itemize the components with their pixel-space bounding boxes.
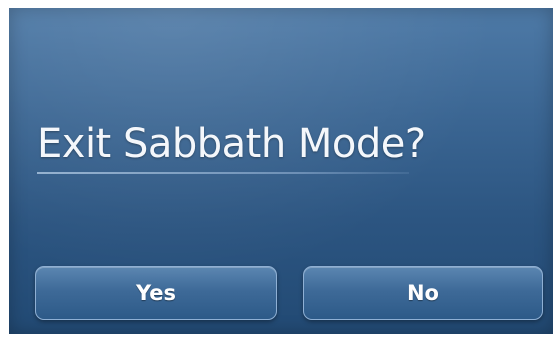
display-frame: Exit Sabbath Mode? Yes No: [0, 0, 553, 342]
dialog-title: Exit Sabbath Mode?: [37, 121, 426, 167]
no-button-label: No: [406, 281, 439, 305]
yes-button[interactable]: Yes: [35, 266, 277, 320]
confirmation-screen: Exit Sabbath Mode? Yes No: [9, 8, 553, 334]
yes-button-label: Yes: [135, 281, 177, 305]
no-button[interactable]: No: [303, 266, 543, 320]
title-underline: [37, 172, 409, 174]
